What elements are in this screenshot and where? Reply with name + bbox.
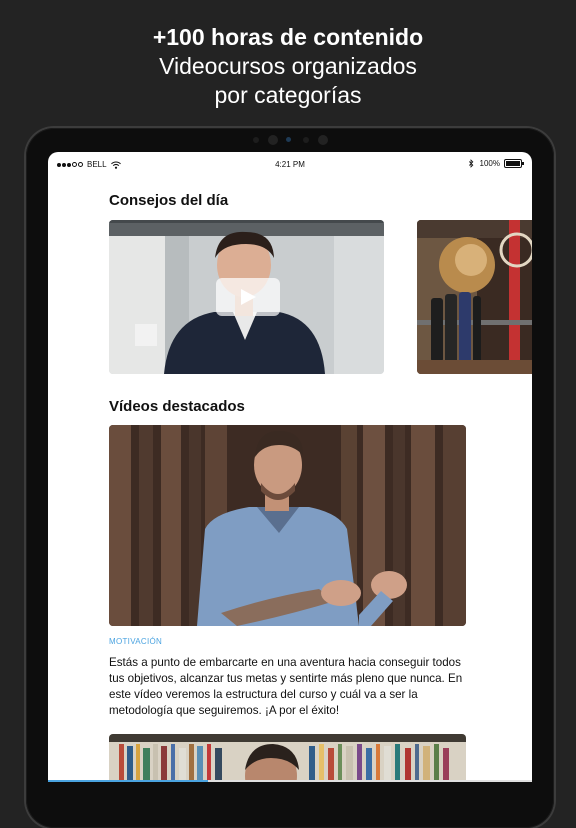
tips-section-title: Consejos del día xyxy=(109,192,229,209)
tip-video-card-1[interactable] xyxy=(109,220,384,374)
battery-icon xyxy=(504,159,524,168)
featured-video-description: Estás a punto de embarcarte en una avent… xyxy=(109,656,463,717)
status-right: 100% xyxy=(468,159,524,168)
tab-indicator-active xyxy=(48,780,208,782)
promo-subline-2: por categorías xyxy=(214,82,362,108)
play-button-icon[interactable] xyxy=(216,278,280,316)
promo-subline-1: Videocursos organizados xyxy=(159,53,417,79)
promo-headline: +100 horas de contenido xyxy=(152,24,424,50)
sensor-icon xyxy=(286,137,291,142)
featured-video-thumbnail xyxy=(109,425,466,626)
status-time: 4:21 PM xyxy=(275,160,305,169)
app-screen: BELL 4:21 PM 100% Consejos del día Vídeo… xyxy=(48,152,532,782)
tip-video-card-2[interactable] xyxy=(417,220,532,374)
featured-video-category: MOTIVACIÓN xyxy=(109,637,163,646)
promo-header: +100 horas de contenido Videocursos orga… xyxy=(0,22,576,110)
bluetooth-icon xyxy=(468,159,473,168)
sensor-icon xyxy=(303,137,309,143)
featured-video-card-2[interactable] xyxy=(109,734,466,782)
battery-percent: 100% xyxy=(479,159,500,168)
featured-video-card[interactable] xyxy=(109,425,466,626)
sensor-icon xyxy=(253,137,259,143)
status-bar: BELL 4:21 PM 100% xyxy=(48,152,532,176)
featured-video-thumbnail xyxy=(109,734,466,782)
camera-icon xyxy=(268,135,278,145)
camera-icon xyxy=(318,135,328,145)
tab-indicator xyxy=(48,780,532,782)
featured-section-title: Vídeos destacados xyxy=(109,398,245,415)
tip-video-thumbnail xyxy=(417,220,532,374)
